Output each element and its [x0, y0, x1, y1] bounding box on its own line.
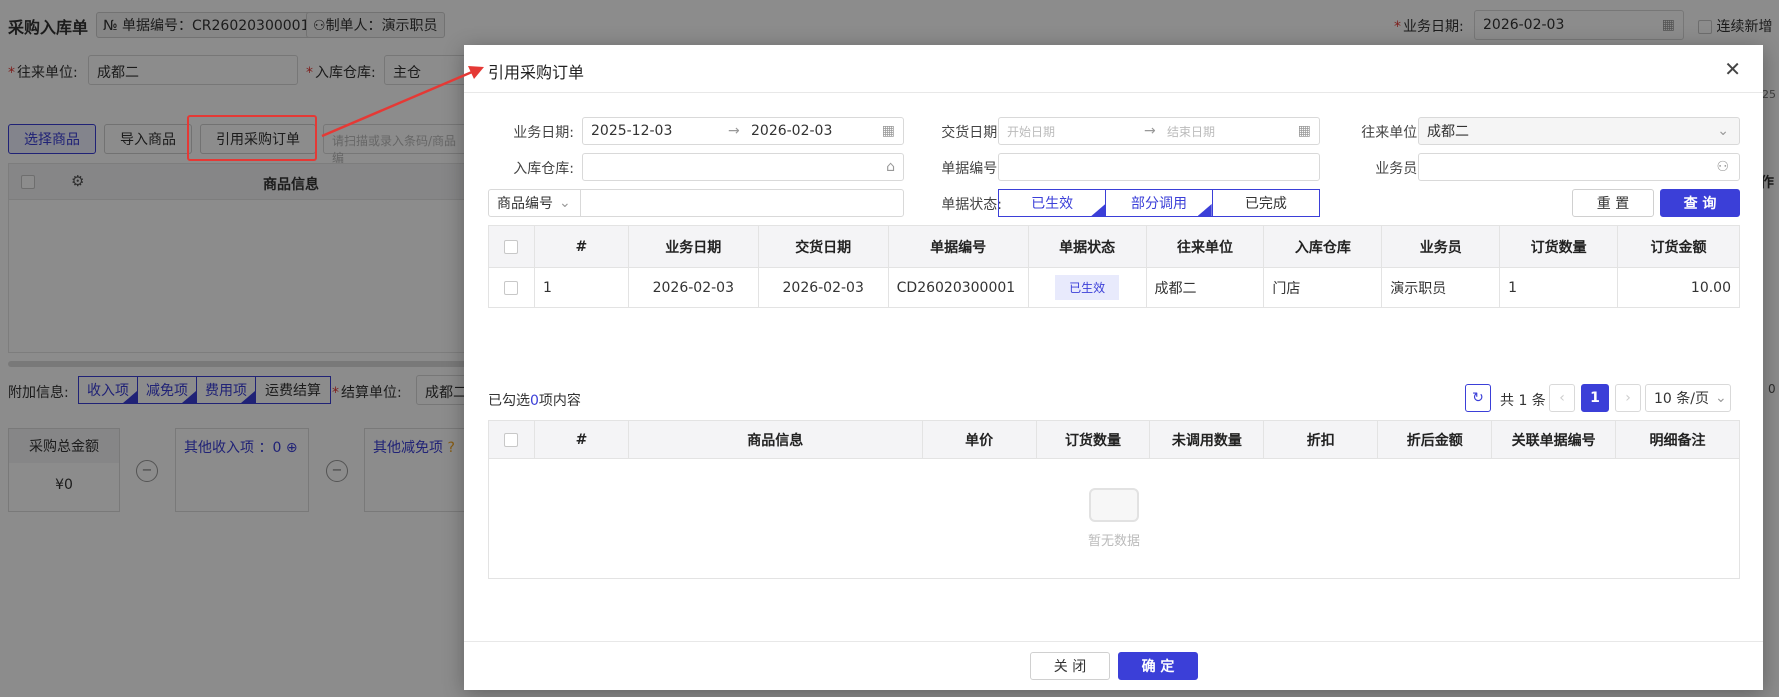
annotation-arrow — [321, 66, 484, 138]
